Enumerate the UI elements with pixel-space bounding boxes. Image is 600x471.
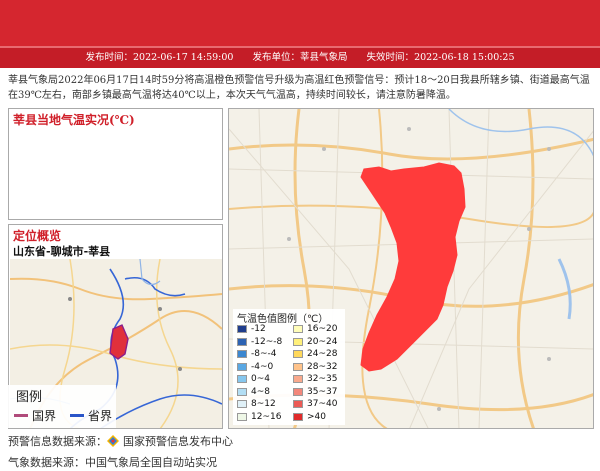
legend-item: -12~-8 <box>237 336 293 348</box>
legend-label: 12~16 <box>251 411 282 422</box>
weather-source: 气象数据来源： 中国气象局全国自动站实况 <box>8 456 217 469</box>
legend-label: -4~0 <box>251 361 274 372</box>
legend-label: 4~8 <box>251 386 270 397</box>
legend-label: 24~28 <box>307 349 338 359</box>
location-panel-title: 定位概览 <box>13 229 62 243</box>
color-swatch <box>237 387 247 396</box>
color-swatch <box>237 325 247 333</box>
legend-label: 8~12 <box>251 399 276 409</box>
legend-item: 12~16 <box>237 411 293 423</box>
legend-label: 32~35 <box>307 374 338 384</box>
warning-summary: 莘县气象局2022年06月17日14时59分将高温橙色预警信号升级为高温红色预警… <box>8 75 590 101</box>
overview-legend: 图例 国界 省界 <box>8 385 116 428</box>
legend-item: 32~35 <box>293 373 349 385</box>
publisher: 发布单位：莘县气象局 <box>252 52 348 63</box>
temperature-panel-title: 莘县当地气温实况(℃) <box>13 113 135 127</box>
legend-label: 35~37 <box>307 386 338 397</box>
legend-item: 8~12 <box>237 398 293 410</box>
legend-label: 0~4 <box>251 374 270 384</box>
legend-item: 4~8 <box>237 386 293 398</box>
legend-label: -12 <box>251 324 266 334</box>
legend-province: 省界 <box>70 407 112 424</box>
province-line-icon <box>70 414 84 417</box>
location-path: 山东省-聊城市-莘县 <box>13 245 111 258</box>
legend-label: 20~24 <box>307 336 338 347</box>
color-swatch <box>237 400 247 408</box>
legend-label: 16~20 <box>307 324 338 334</box>
legend-label: 37~40 <box>307 399 338 409</box>
legend-item: >40 <box>293 411 349 423</box>
expire-time: 失效时间：2022-06-18 15:00:25 <box>366 52 515 63</box>
publish-time: 发布时间：2022-06-17 14:59:00 <box>85 52 234 63</box>
warning-map-panel: 气温色值图例（℃） -12 16~20 -12~-8 20~24 -8~-4 24~28-… <box>228 108 594 429</box>
legend-country: 国界 <box>14 407 56 424</box>
legend-item: 20~24 <box>293 336 349 348</box>
color-swatch <box>293 325 303 333</box>
color-swatch <box>237 412 247 421</box>
color-swatch <box>293 362 303 371</box>
legend-label: -12~-8 <box>251 336 283 347</box>
color-swatch <box>293 375 303 383</box>
temperature-color-legend: 气温色值图例（℃） -12 16~20 -12~-8 20~24 -8~-4 24~28-… <box>233 309 345 425</box>
legend-label: >40 <box>307 411 326 422</box>
legend-item: -4~0 <box>237 361 293 373</box>
legend-item: 0~4 <box>237 373 293 385</box>
color-swatch <box>237 350 247 358</box>
color-swatch <box>293 412 303 421</box>
legend-item: -8~-4 <box>237 348 293 360</box>
legend-item: 37~40 <box>293 398 349 410</box>
color-swatch <box>293 387 303 396</box>
color-swatch <box>293 337 303 346</box>
legend-item: 24~28 <box>293 348 349 360</box>
top-banner <box>0 0 600 46</box>
legend-item: -12 <box>237 323 293 335</box>
legend-item: 28~32 <box>293 361 349 373</box>
warning-center-logo-icon <box>107 435 119 447</box>
color-swatch <box>293 400 303 408</box>
country-line-icon <box>14 414 28 417</box>
info-bar: 发布时间：2022-06-17 14:59:00 发布单位：莘县气象局 失效时间… <box>0 46 600 68</box>
warning-source: 预警信息数据来源： 国家预警信息发布中心 <box>8 435 233 448</box>
color-swatch <box>237 362 247 371</box>
legend-label: 28~32 <box>307 361 338 372</box>
color-swatch <box>237 375 247 383</box>
color-swatch <box>237 337 247 346</box>
legend-item: 35~37 <box>293 386 349 398</box>
temperature-panel: 莘县当地气温实况(℃) <box>8 108 223 220</box>
legend-label: -8~-4 <box>251 349 277 359</box>
color-swatch <box>293 350 303 358</box>
legend-item: 16~20 <box>293 323 349 335</box>
overview-legend-title: 图例 <box>16 390 43 405</box>
